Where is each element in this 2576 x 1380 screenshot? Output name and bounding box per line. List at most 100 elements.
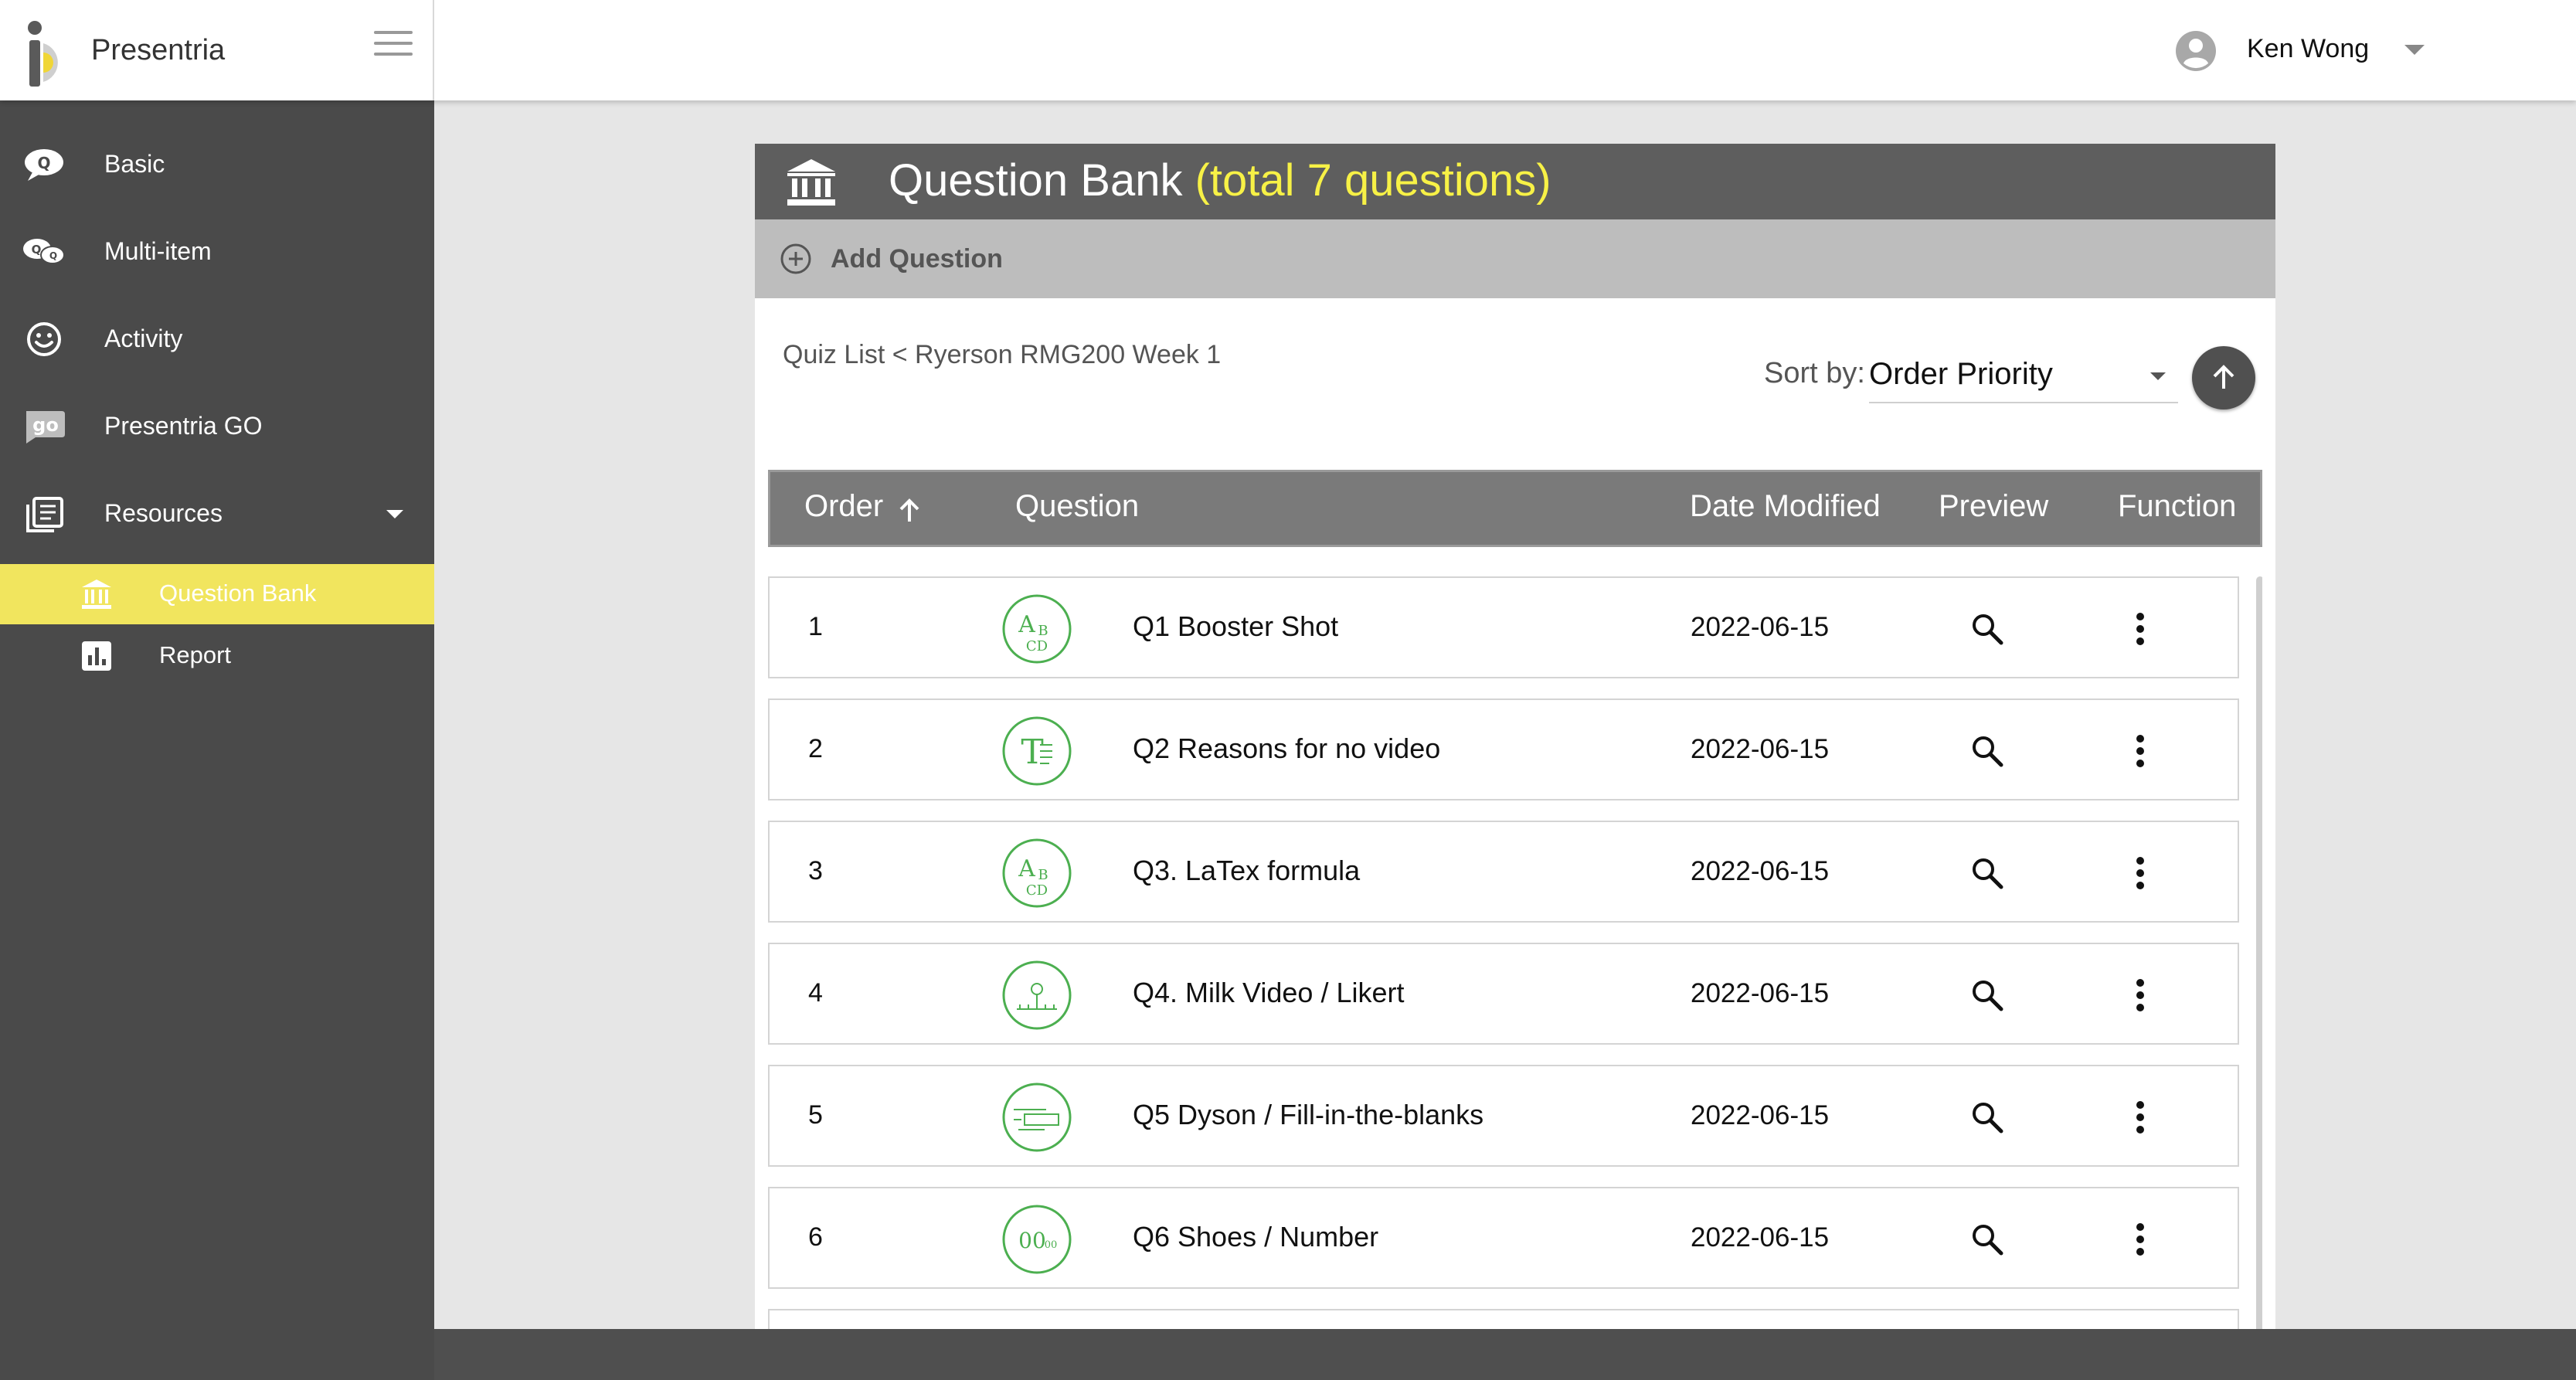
- multiple-choice-icon: A B CD: [1002, 838, 1072, 908]
- question-title[interactable]: Q6 Shoes / Number: [1133, 1221, 1378, 1253]
- row-order: 1: [808, 612, 823, 641]
- more-vertical-icon[interactable]: [2122, 609, 2159, 649]
- more-vertical-icon[interactable]: [2122, 853, 2159, 893]
- multiple-choice-icon: A B CD: [1002, 594, 1072, 664]
- sidebar-item-multi-item[interactable]: Q Q Multi-item: [0, 217, 434, 287]
- svg-text:A: A: [1018, 855, 1035, 882]
- add-question-label: Add Question: [831, 244, 1003, 274]
- date-modified: 2022-06-15: [1691, 1100, 1830, 1130]
- more-vertical-icon[interactable]: [2122, 975, 2159, 1015]
- chevron-down-icon[interactable]: [2404, 45, 2425, 55]
- presentria-logo-icon[interactable]: [23, 20, 79, 87]
- sidebar-item-report[interactable]: Report: [0, 626, 434, 686]
- table-row[interactable]: 3 A B CD Q3. LaTex formula 2022-06-15: [768, 821, 2239, 923]
- panel-header: Question Bank (total 7 questions): [755, 144, 2275, 219]
- row-order: 4: [808, 978, 823, 1008]
- search-icon[interactable]: [1970, 1100, 2004, 1134]
- breadcrumb-quiz-list[interactable]: Quiz List: [783, 340, 885, 369]
- question-bank-panel: Question Bank (total 7 questions) Add Qu…: [755, 144, 2275, 1380]
- user-menu[interactable]: Ken Wong: [2143, 0, 2576, 100]
- toolbar: Add Question: [755, 219, 2275, 298]
- date-modified: 2022-06-15: [1691, 734, 1830, 764]
- double-speech-bubble-icon: Q Q: [23, 239, 65, 264]
- more-vertical-icon[interactable]: [2122, 1097, 2159, 1137]
- scrollbar[interactable]: [2256, 576, 2262, 1380]
- chevron-down-icon: [2150, 372, 2166, 380]
- date-modified: 2022-06-15: [1691, 978, 1830, 1008]
- search-icon[interactable]: [1970, 856, 2004, 890]
- sidebar-item-resources[interactable]: Resources: [0, 479, 434, 549]
- bar-chart-icon: [82, 641, 111, 671]
- svg-text:00: 00: [1018, 1228, 1046, 1253]
- table-row[interactable]: 5 Q5 Dyson / Fill-in-the-blanks 2022-06-…: [768, 1065, 2239, 1167]
- row-order: 2: [808, 734, 823, 763]
- sort-direction-button[interactable]: [2192, 346, 2255, 410]
- speech-bubble-q-icon: Q: [25, 149, 63, 181]
- sidebar-item-activity[interactable]: Activity: [0, 304, 434, 374]
- user-avatar-icon: [2176, 31, 2216, 71]
- sort-label: Sort by:: [1764, 357, 1865, 389]
- column-header-order[interactable]: Order: [804, 489, 919, 524]
- search-icon[interactable]: [1970, 1222, 2004, 1256]
- column-header-preview: Preview: [1939, 489, 2049, 523]
- top-header: Presentria Ken Wong: [0, 0, 2576, 100]
- sidebar-item-label: Question Bank: [159, 580, 317, 607]
- row-order: 3: [808, 856, 823, 885]
- sort-select[interactable]: Order Priority: [1869, 348, 2178, 403]
- question-title[interactable]: Q5 Dyson / Fill-in-the-blanks: [1133, 1099, 1483, 1131]
- fill-in-blanks-icon: [1002, 1083, 1072, 1152]
- bank-building-icon: [82, 580, 111, 609]
- table-header: Order Question Date Modified Preview Fun…: [768, 470, 2262, 547]
- likert-scale-icon: [1002, 960, 1072, 1030]
- svg-text:00: 00: [1045, 1239, 1058, 1251]
- date-modified: 2022-06-15: [1691, 612, 1830, 642]
- more-vertical-icon[interactable]: [2122, 1219, 2159, 1259]
- column-header-function: Function: [2118, 489, 2237, 523]
- sidebar-item-presentria-go[interactable]: go Presentria GO: [0, 392, 434, 461]
- question-title[interactable]: Q3. LaTex formula: [1133, 855, 1360, 887]
- column-header-label: Order: [804, 489, 884, 523]
- date-modified: 2022-06-15: [1691, 1222, 1830, 1253]
- add-circle-icon: [780, 243, 811, 274]
- svg-text:CD: CD: [1026, 882, 1048, 899]
- question-title[interactable]: Q2 Reasons for no video: [1133, 732, 1440, 765]
- svg-text:B: B: [1038, 623, 1048, 639]
- breadcrumb-separator: <: [885, 340, 916, 369]
- svg-text:Q: Q: [37, 154, 50, 172]
- page-title-text: Question Bank: [889, 155, 1183, 206]
- table-row[interactable]: 2 T Q2 Reasons for no video 2022-06-15: [768, 698, 2239, 800]
- sidebar-item-label: Presentria GO: [104, 412, 263, 440]
- sidebar-item-question-bank[interactable]: Question Bank: [0, 564, 434, 624]
- go-badge-icon: go: [26, 411, 65, 444]
- search-icon[interactable]: [1970, 612, 2004, 646]
- more-vertical-icon[interactable]: [2122, 731, 2159, 771]
- question-title[interactable]: Q4. Milk Video / Likert: [1133, 977, 1404, 1009]
- chevron-down-icon[interactable]: [386, 510, 403, 518]
- sort-arrow-up-icon: [899, 498, 919, 522]
- svg-text:B: B: [1038, 867, 1048, 883]
- question-count: (total 7 questions): [1195, 155, 1551, 206]
- table-row[interactable]: 1 A B CD Q1 Booster Shot 2022-06-15: [768, 576, 2239, 678]
- sidebar-item-label: Resources: [104, 499, 223, 527]
- arrow-up-icon: [2213, 365, 2234, 389]
- question-title[interactable]: Q1 Booster Shot: [1133, 610, 1338, 643]
- breadcrumb: Quiz List < Ryerson RMG200 Week 1: [783, 340, 1221, 370]
- smiley-face-icon: [27, 322, 61, 356]
- hamburger-menu-icon[interactable]: [374, 31, 413, 62]
- brand-name: Presentria: [91, 34, 226, 66]
- search-icon[interactable]: [1970, 978, 2004, 1012]
- brand-area: Presentria: [0, 0, 434, 100]
- sidebar-item-label: Report: [159, 641, 232, 668]
- question-list: 1 A B CD Q1 Booster Shot 2022-06-15 2 T: [768, 576, 2262, 1380]
- sidebar-item-label: Activity: [104, 325, 183, 352]
- row-order: 5: [808, 1100, 823, 1130]
- table-row[interactable]: 6 00 00 Q6 Shoes / Number 2022-06-15: [768, 1187, 2239, 1289]
- text-answer-icon: T: [1002, 716, 1072, 786]
- column-header-date: Date Modified: [1690, 489, 1881, 523]
- sidebar-item-label: Basic: [104, 150, 165, 178]
- sort-select-value: Order Priority: [1869, 357, 2053, 391]
- column-header-question: Question: [1015, 489, 1140, 523]
- table-row[interactable]: 4 Q4. Milk Video / Likert 2022-06-15: [768, 943, 2239, 1045]
- search-icon[interactable]: [1970, 734, 2004, 768]
- sidebar-item-basic[interactable]: Q Basic: [0, 130, 434, 199]
